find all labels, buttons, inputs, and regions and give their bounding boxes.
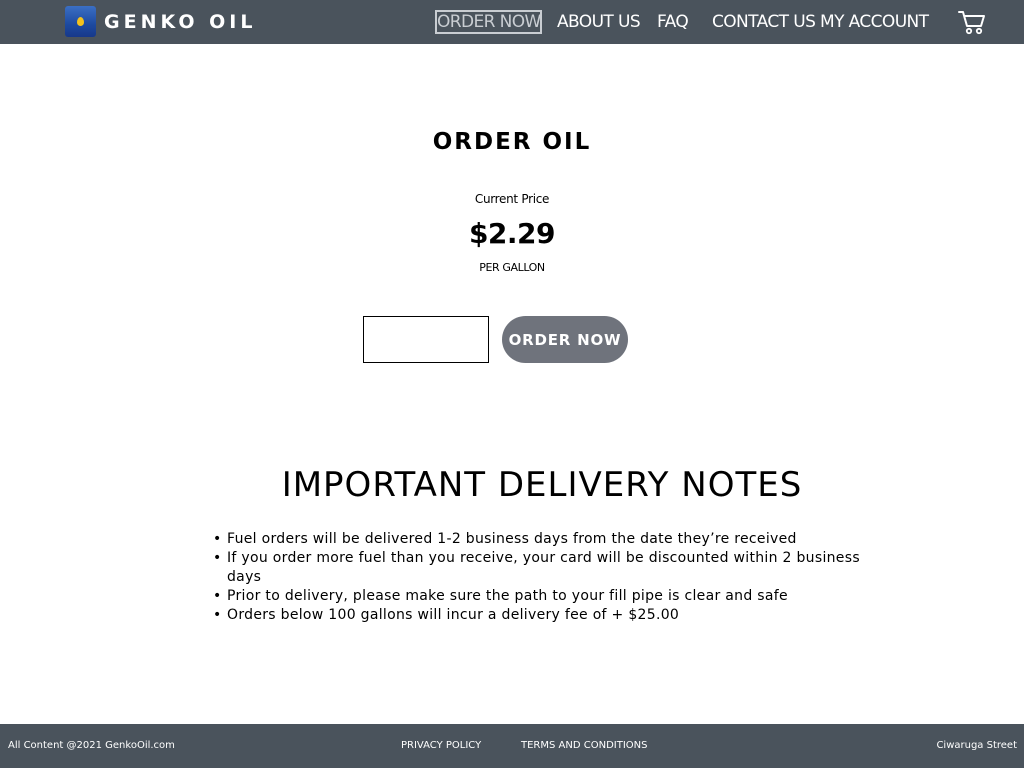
cart-icon[interactable] (958, 9, 986, 35)
note-text: Prior to delivery, please make sure the … (227, 588, 788, 604)
nav-order-now[interactable]: ORDER NOW (435, 10, 542, 34)
footer-copyright: All Content @2021 GenkoOil.com (8, 740, 175, 751)
note-text: Orders below 100 gallons will incur a de… (227, 607, 680, 623)
nav-contact-us[interactable]: CONTACT US (712, 10, 816, 34)
site-footer: All Content @2021 GenkoOil.com PRIVACY P… (0, 724, 1024, 768)
oil-drop-icon (77, 17, 84, 26)
delivery-notes-title: IMPORTANT DELIVERY NOTES (281, 465, 803, 505)
nav-my-account[interactable]: MY ACCOUNT (820, 10, 929, 34)
list-item: • Fuel orders will be delivered 1-2 busin… (213, 531, 797, 547)
footer-address: Ciwaruga Street (936, 740, 1017, 751)
site-header: GENKO OIL ORDER NOW ABOUT US FAQ CONTACT… (0, 0, 1024, 44)
nav-faq[interactable]: FAQ (657, 10, 689, 34)
price-value: $2.29 (468, 217, 556, 250)
price-unit: PER GALLON (479, 261, 545, 274)
page-title: ORDER OIL (432, 129, 592, 155)
list-item: • Prior to delivery, please make sure the… (213, 588, 788, 604)
list-item: • If you order more fuel than you receive… (213, 550, 860, 585)
price-label: Current Price (474, 192, 550, 206)
list-item: • Orders below 100 gallons will incur a d… (213, 607, 680, 623)
note-text: If you order more fuel than you receive,… (227, 550, 860, 585)
nav-about-us[interactable]: ABOUT US (557, 10, 641, 34)
oil-barrel-icon[interactable] (65, 6, 96, 37)
order-now-button[interactable]: ORDER NOW (502, 316, 628, 363)
delivery-notes-list: • Fuel orders will be delivered 1-2 busin… (213, 530, 863, 625)
logo-text[interactable]: GENKO OIL (104, 10, 256, 34)
privacy-policy-link[interactable]: PRIVACY POLICY (401, 740, 481, 752)
note-text: Fuel orders will be delivered 1-2 busine… (227, 531, 797, 547)
quantity-input[interactable] (363, 316, 489, 363)
terms-link[interactable]: TERMS AND CONDITIONS (521, 740, 647, 752)
